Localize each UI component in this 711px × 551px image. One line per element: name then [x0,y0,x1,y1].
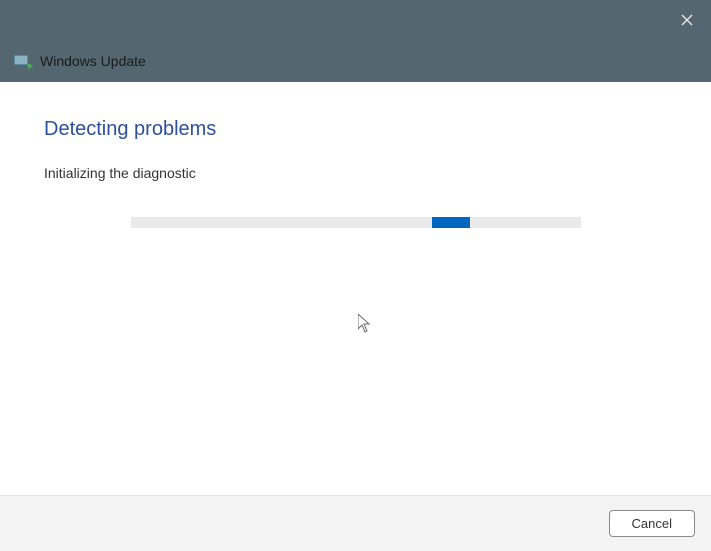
troubleshoot-icon [14,55,32,67]
progress-container [44,217,667,228]
titlebar [0,0,711,40]
progress-chunk [432,217,470,228]
cancel-button[interactable]: Cancel [609,510,695,537]
header-title: Windows Update [40,53,146,69]
content-area: Detecting problems Initializing the diag… [0,82,711,495]
footer: Cancel [0,495,711,551]
status-text: Initializing the diagnostic [44,165,667,181]
page-heading: Detecting problems [44,118,667,141]
close-button[interactable] [675,8,699,32]
progress-bar [131,217,581,228]
header: Windows Update [0,40,711,82]
close-icon [681,14,693,26]
